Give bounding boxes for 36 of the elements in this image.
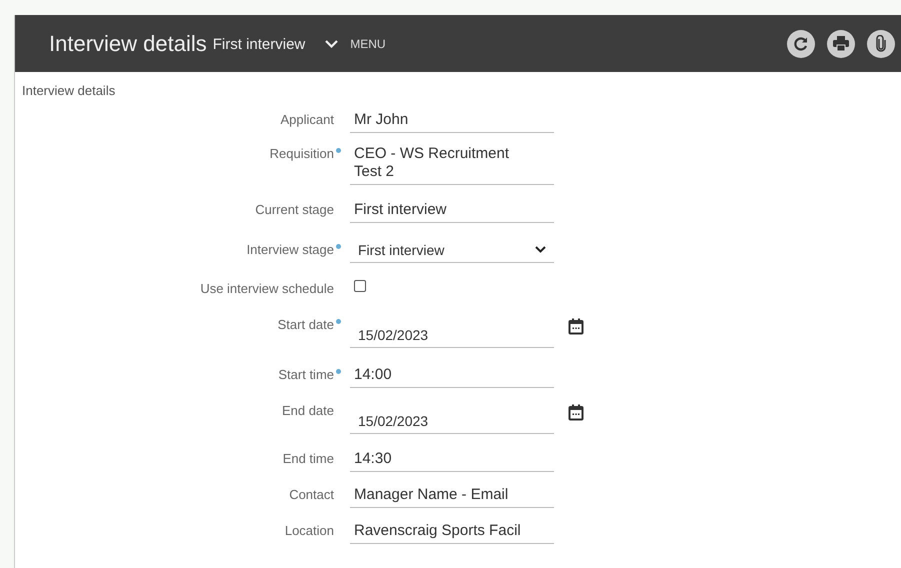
calendar-icon[interactable] xyxy=(568,404,584,420)
attach-button[interactable] xyxy=(867,30,895,58)
text-field[interactable]: First interview xyxy=(350,200,554,222)
field-label: Location xyxy=(284,522,334,540)
field-label: End date xyxy=(282,402,334,420)
printer-icon xyxy=(833,36,849,51)
field-label: Interview stage xyxy=(246,240,334,258)
date-field[interactable]: 15/02/2023 xyxy=(350,318,554,348)
checkbox[interactable] xyxy=(354,280,366,292)
chevron-down-icon xyxy=(535,246,546,253)
text-field[interactable]: Mr John xyxy=(350,110,554,132)
refresh-button[interactable] xyxy=(787,30,815,58)
print-button[interactable] xyxy=(827,30,855,58)
date-field[interactable]: 15/02/2023 xyxy=(350,404,554,434)
field-label: Start time xyxy=(278,366,334,384)
page-title: Interview details xyxy=(49,30,207,58)
text-field[interactable]: 14:30 xyxy=(350,450,554,472)
field-label: Use interview schedule xyxy=(200,280,334,298)
dropdown-field[interactable]: First interview xyxy=(350,240,554,262)
text-field[interactable]: CEO - WS Recruitment Test 2 xyxy=(350,144,554,184)
field-label: Current stage xyxy=(255,200,334,218)
field-label: Applicant xyxy=(280,110,334,128)
field-label: Start date xyxy=(278,316,334,334)
text-field[interactable]: Manager Name - Email xyxy=(350,486,554,508)
text-field[interactable]: Ravenscraig Sports Facil xyxy=(350,522,554,544)
paperclip-icon xyxy=(876,35,886,52)
menu-button[interactable]: MENU xyxy=(325,34,386,52)
calendar-icon[interactable] xyxy=(568,318,584,334)
refresh-icon xyxy=(793,36,809,52)
section-title: Interview details xyxy=(22,82,116,100)
field-label: Requisition xyxy=(270,144,334,162)
chevron-down-icon xyxy=(325,40,338,48)
text-field[interactable]: 14:00 xyxy=(350,366,554,388)
page-subtitle: First interview xyxy=(212,34,306,55)
field-label: End time xyxy=(282,450,334,468)
field-label: Contact xyxy=(289,486,334,504)
